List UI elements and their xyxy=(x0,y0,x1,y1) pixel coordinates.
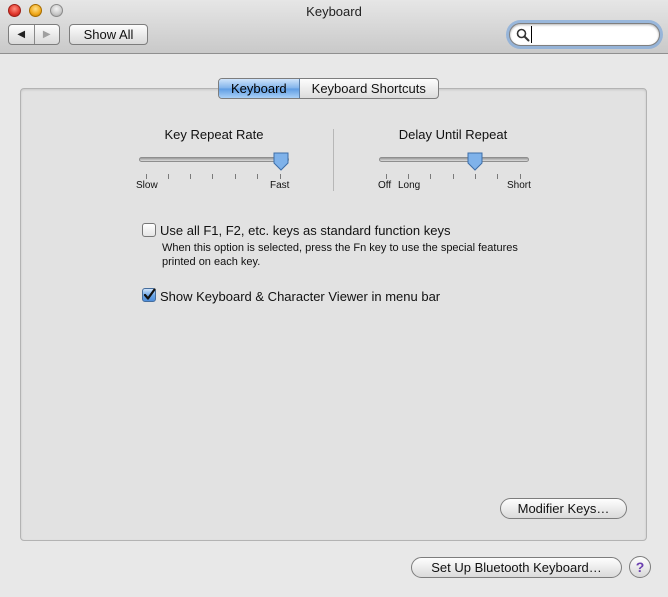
key-repeat-slider-thumb[interactable] xyxy=(273,152,289,171)
delay-slider-track[interactable] xyxy=(379,157,529,162)
slider-tick xyxy=(520,174,521,179)
navigation-buttons: ◀ ▶ xyxy=(8,24,60,45)
function-keys-label[interactable]: Use all F1, F2, etc. keys as standard fu… xyxy=(160,223,450,238)
search-icon xyxy=(516,28,530,42)
help-button[interactable]: ? xyxy=(629,556,651,578)
delay-off-label: Off xyxy=(378,180,392,191)
keyboard-viewer-checkbox[interactable] xyxy=(142,288,156,302)
section-divider xyxy=(333,129,334,191)
slider-tick xyxy=(168,174,169,179)
title-bar: Keyboard ◀ ▶ Show All xyxy=(0,0,668,54)
modifier-keys-button[interactable]: Modifier Keys… xyxy=(500,498,627,519)
delay-long-label: Long xyxy=(398,180,421,191)
checkmark-icon xyxy=(143,288,156,300)
show-all-button[interactable]: Show All xyxy=(69,24,148,45)
slider-tick xyxy=(453,174,454,179)
keyboard-preferences-window: Keyboard ◀ ▶ Show All Keyboard Keyboard … xyxy=(0,0,668,597)
key-repeat-rate-title: Key Repeat Rate xyxy=(164,127,264,142)
key-repeat-slider-track[interactable] xyxy=(139,157,289,162)
slider-tick xyxy=(475,174,476,179)
slider-tick xyxy=(386,174,387,179)
tab-keyboard[interactable]: Keyboard xyxy=(219,79,300,98)
slider-tick xyxy=(257,174,258,179)
window-title: Keyboard xyxy=(306,4,362,19)
slider-tick xyxy=(235,174,236,179)
search-input[interactable] xyxy=(531,26,653,43)
set-up-bluetooth-keyboard-button[interactable]: Set Up Bluetooth Keyboard… xyxy=(411,557,622,578)
slider-tick xyxy=(430,174,431,179)
question-mark-icon: ? xyxy=(635,559,645,575)
delay-short-label: Short xyxy=(507,180,531,191)
keyboard-viewer-label[interactable]: Show Keyboard & Character Viewer in menu… xyxy=(160,289,440,304)
forward-button[interactable]: ▶ xyxy=(35,25,60,44)
back-arrow-icon: ◀ xyxy=(17,29,26,40)
forward-arrow-icon: ▶ xyxy=(42,29,51,40)
slider-tick xyxy=(497,174,498,179)
function-keys-checkbox[interactable] xyxy=(142,223,156,237)
delay-until-repeat-title: Delay Until Repeat xyxy=(398,127,508,142)
slider-tick xyxy=(408,174,409,179)
back-button[interactable]: ◀ xyxy=(9,25,35,44)
search-field[interactable] xyxy=(509,23,660,46)
key-repeat-min-label: Slow xyxy=(136,180,158,191)
delay-slider-thumb[interactable] xyxy=(467,152,483,171)
tab-bar: Keyboard Keyboard Shortcuts xyxy=(218,78,439,99)
slider-tick xyxy=(212,174,213,179)
slider-tick xyxy=(280,174,281,179)
slider-tick xyxy=(146,174,147,179)
key-repeat-max-label: Fast xyxy=(270,180,290,191)
tab-keyboard-shortcuts[interactable]: Keyboard Shortcuts xyxy=(300,79,438,98)
function-keys-description: When this option is selected, press the … xyxy=(162,242,518,268)
slider-tick xyxy=(190,174,191,179)
